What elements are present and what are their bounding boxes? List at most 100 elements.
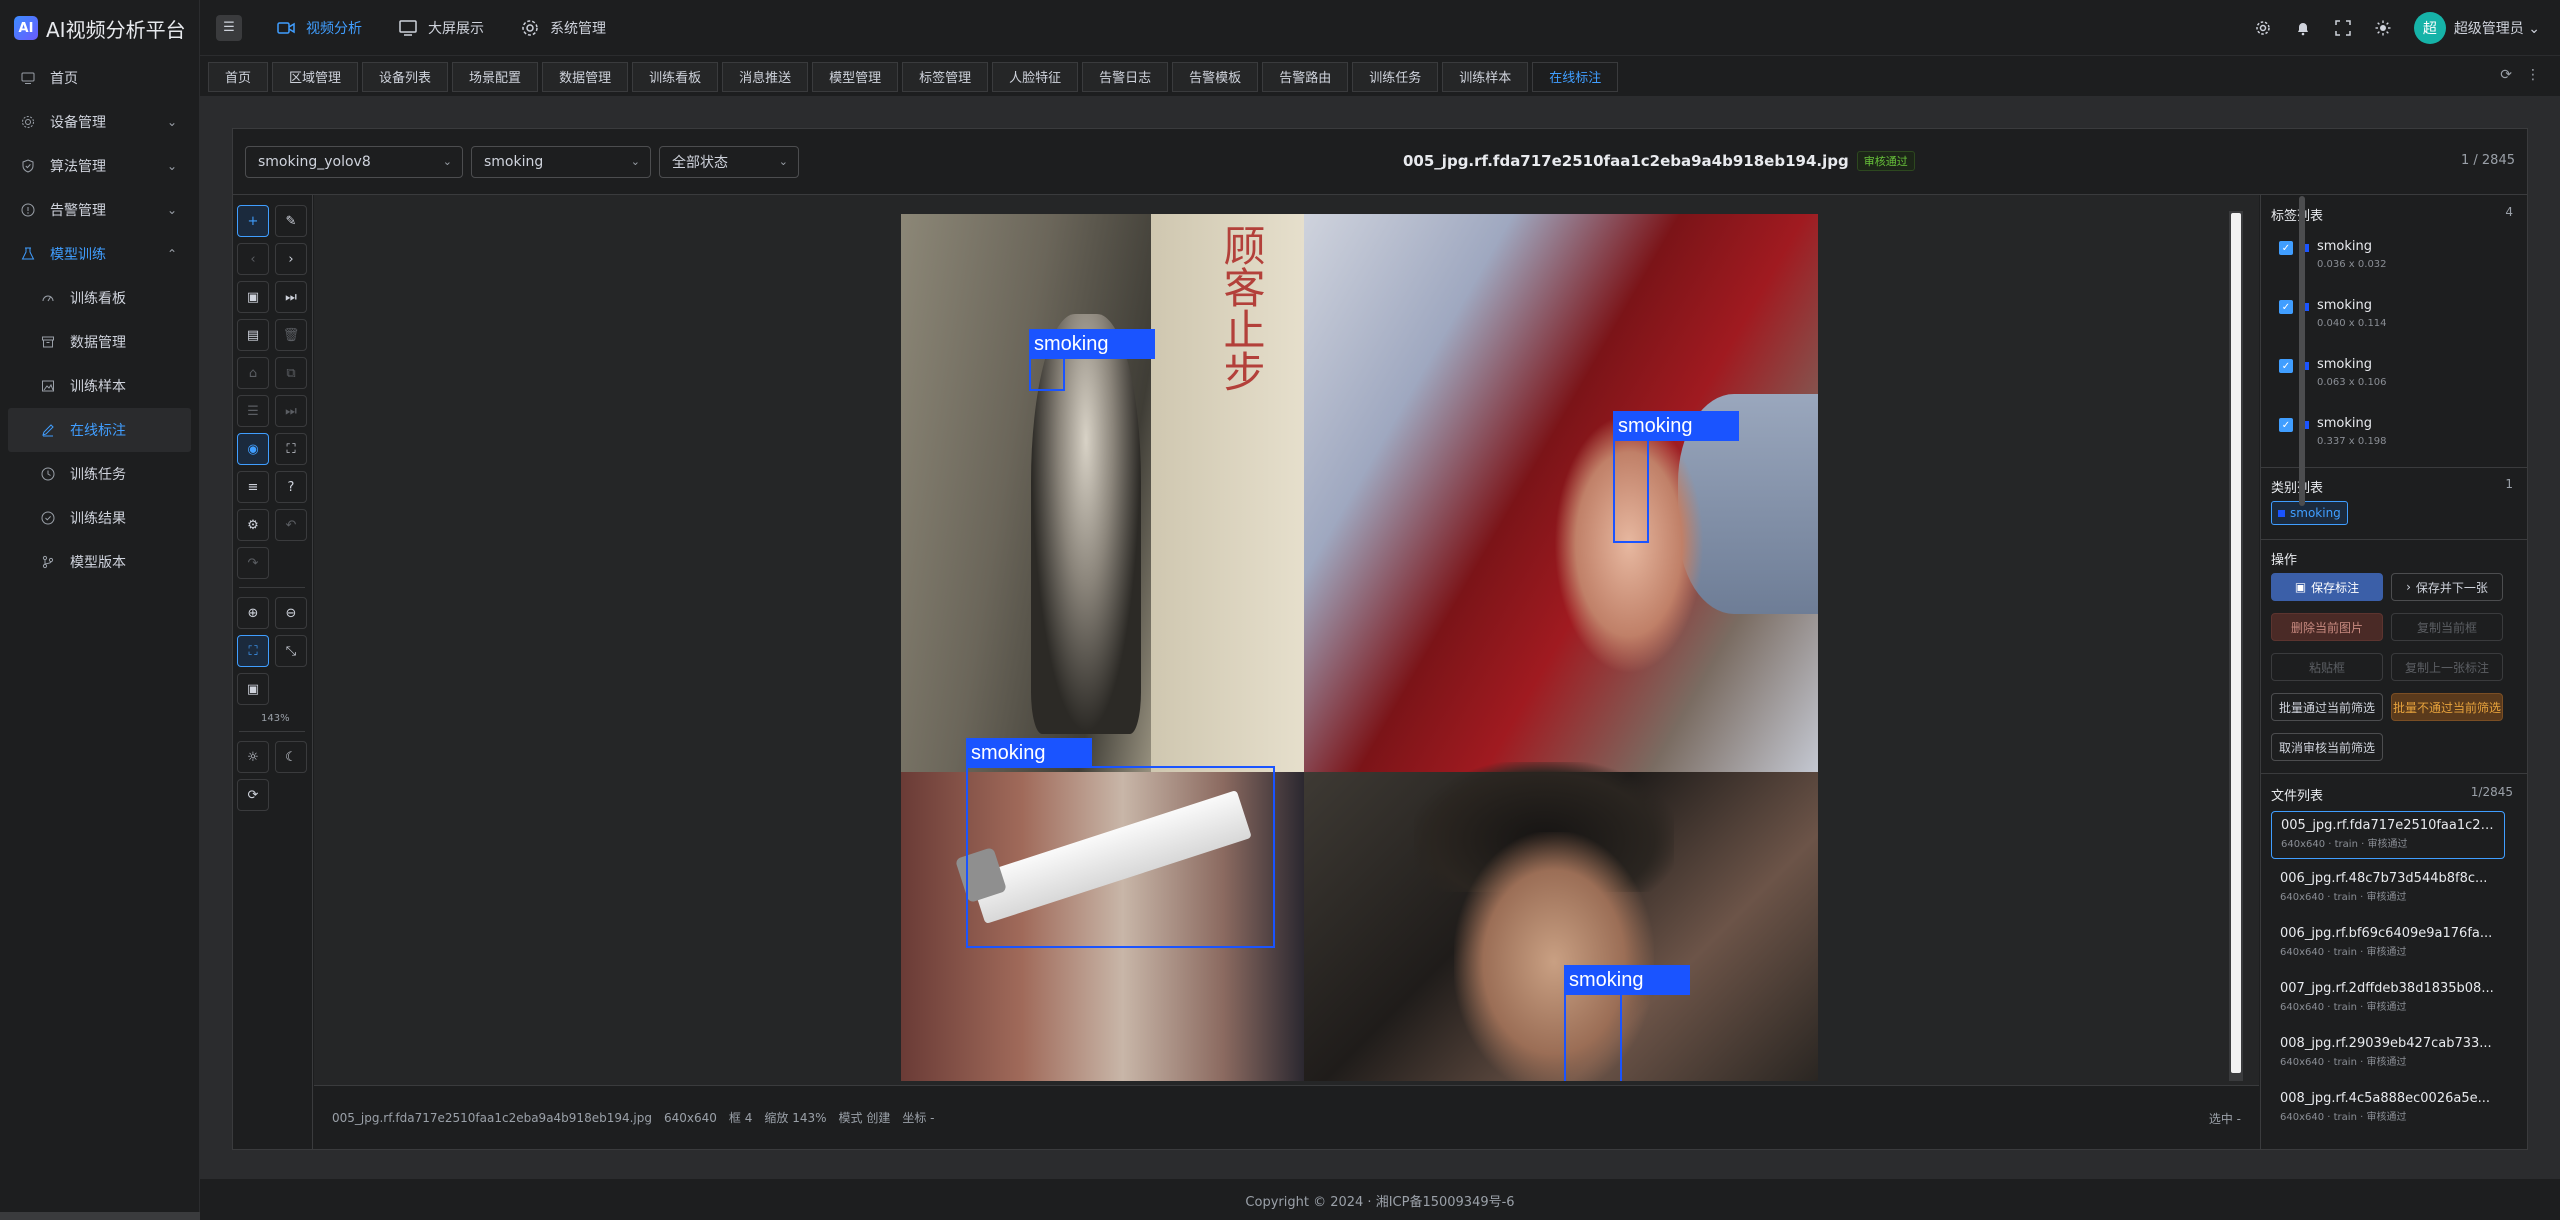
tab-message-push[interactable]: 消息推送 [722, 61, 809, 92]
skip-tool[interactable]: ⏭ [275, 395, 307, 427]
tab-face-features[interactable]: 人脸特征 [992, 61, 1079, 92]
tab-model-management[interactable]: 模型管理 [812, 61, 899, 92]
image-tool[interactable]: ▤ [237, 319, 269, 351]
topnav-system-management[interactable]: 系统管理 [510, 0, 632, 56]
tab-online-annotation[interactable]: 在线标注 [1532, 61, 1619, 92]
zoom-out-button[interactable]: ⊖ [275, 597, 307, 629]
logo[interactable]: AI AI视频分析平台 [0, 0, 199, 56]
save-tool[interactable]: ▣ [237, 281, 269, 313]
bell-icon[interactable] [2294, 19, 2312, 37]
bounding-box-3[interactable] [1564, 993, 1622, 1081]
skip-next-tool[interactable]: ⏭ [275, 281, 307, 313]
tag-tool[interactable]: ⌂ [237, 357, 269, 389]
list-tool[interactable]: ☰ [237, 395, 269, 427]
file-list-item[interactable]: 008_jpg.rf.29039eb427cab733... 640x640 ·… [2271, 1030, 2505, 1078]
actual-size-button[interactable]: ⤡ [275, 635, 307, 667]
batch-pass-button[interactable]: 批量通过当前筛选 [2271, 693, 2383, 721]
status-select[interactable]: 全部状态 ⌄ [659, 145, 799, 178]
add-box-tool[interactable]: + [237, 205, 269, 237]
settings-list-tool[interactable]: ≡ [237, 471, 269, 503]
tab-training-board[interactable]: 训练看板 [632, 61, 719, 92]
tab-home[interactable]: 首页 [208, 61, 269, 92]
fit-screen-button[interactable]: ⛶ [237, 635, 269, 667]
image-view-button[interactable]: ▣ [237, 673, 269, 705]
tab-label-management[interactable]: 标签管理 [902, 61, 989, 92]
bounding-box-4[interactable] [966, 766, 1275, 948]
cancel-review-button[interactable]: 取消审核当前筛选 [2271, 733, 2383, 761]
delete-image-button[interactable]: 删除当前图片 [2271, 613, 2383, 641]
help-tool[interactable]: ? [275, 471, 307, 503]
right-panel-scrollbar[interactable] [2299, 196, 2305, 506]
fullscreen-icon[interactable] [2334, 19, 2352, 37]
tab-training-samples[interactable]: 训练样本 [1442, 61, 1529, 92]
tab-device-list[interactable]: 设备列表 [362, 61, 449, 92]
topnav-big-screen[interactable]: 大屏展示 [388, 0, 510, 56]
label-list-item[interactable]: ✓ smoking 0.036 x 0.032 [2279, 233, 2499, 283]
sidebar-scrollbar[interactable] [0, 1212, 200, 1220]
settings-icon[interactable] [2254, 19, 2272, 37]
file-list-item[interactable]: 006_jpg.rf.48c7b73d544b8f8c... 640x640 ·… [2271, 865, 2505, 913]
copy-tool[interactable]: ⧉ [275, 357, 307, 389]
tab-alarm-template[interactable]: 告警模板 [1172, 61, 1259, 92]
reset-button[interactable]: ⟳ [237, 779, 269, 811]
category-tag[interactable]: smoking [2271, 501, 2348, 525]
label-list-item[interactable]: ✓ smoking 0.337 x 0.198 [2279, 410, 2499, 460]
sidebar-item-training-tasks[interactable]: 训练任务 [0, 452, 199, 496]
label-select[interactable]: smoking ⌄ [471, 145, 651, 178]
sidebar-item-model-training[interactable]: 模型训练 ⌃ [0, 232, 199, 276]
brightness-button[interactable]: ☼ [237, 741, 269, 773]
sidebar-item-online-annotation[interactable]: 在线标注 [8, 408, 191, 452]
undo-tool[interactable]: ↶ [275, 509, 307, 541]
save-annotation-button[interactable]: ▣ 保存标注 [2271, 573, 2383, 601]
sidebar-item-algorithms[interactable]: 算法管理 ⌄ [0, 144, 199, 188]
checkbox[interactable]: ✓ [2279, 359, 2293, 373]
refresh-icon[interactable]: ⟳ [2500, 67, 2512, 83]
delete-tool[interactable]: 🗑 [275, 319, 307, 351]
sidebar-item-training-board[interactable]: 训练看板 [0, 276, 199, 320]
menu-collapse-button[interactable]: ☰ [216, 14, 242, 41]
batch-fail-button[interactable]: 批量不通过当前筛选 [2391, 693, 2503, 721]
sidebar-item-alarms[interactable]: 告警管理 ⌄ [0, 188, 199, 232]
copy-prev-button[interactable]: 复制上一张标注 [2391, 653, 2503, 681]
tab-alarm-log[interactable]: 告警日志 [1082, 61, 1169, 92]
tab-scene-config[interactable]: 场景配置 [452, 61, 539, 92]
visibility-toggle[interactable]: ◉ [237, 433, 269, 465]
file-list-item[interactable]: 005_jpg.rf.fda717e2510faa1c2e... 640x640… [2271, 811, 2505, 859]
annotated-image[interactable]: 顾客止步 smoking smoking smoking smoking [901, 214, 1818, 1081]
tab-data-management[interactable]: 数据管理 [542, 61, 629, 92]
tab-area-management[interactable]: 区域管理 [272, 61, 359, 92]
more-icon[interactable]: ⋮ [2526, 67, 2540, 83]
config-tool[interactable]: ⚙ [237, 509, 269, 541]
label-list-item[interactable]: ✓ smoking 0.040 x 0.114 [2279, 292, 2499, 342]
model-select[interactable]: smoking_yolov8 ⌄ [245, 145, 463, 178]
canvas-scrollbar[interactable] [2229, 211, 2243, 1081]
annotation-canvas[interactable]: 顾客止步 smoking smoking smoking smoking [314, 195, 2259, 1085]
redo-tool[interactable]: ↷ [237, 547, 269, 579]
bounding-box-2[interactable] [1613, 439, 1649, 543]
topnav-video-analysis[interactable]: 视频分析 [266, 0, 388, 56]
file-list-item[interactable]: 008_jpg.rf.4c5a888ec0026a5e... 640x640 ·… [2271, 1085, 2505, 1133]
sidebar-item-data-management[interactable]: 数据管理 [0, 320, 199, 364]
checkbox[interactable]: ✓ [2279, 241, 2293, 255]
save-next-button[interactable]: › 保存并下一张 [2391, 573, 2503, 601]
bounding-box-1[interactable] [1029, 357, 1065, 391]
file-list-item[interactable]: 006_jpg.rf.bf69c6409e9a176fa... 640x640 … [2271, 920, 2505, 968]
tab-alarm-routing[interactable]: 告警路由 [1262, 61, 1349, 92]
label-list-item[interactable]: ✓ smoking 0.063 x 0.106 [2279, 351, 2499, 401]
avatar[interactable]: 超 [2413, 12, 2446, 44]
edit-tool[interactable]: ✎ [275, 205, 307, 237]
next-image-button[interactable]: › [275, 243, 307, 275]
sidebar-item-home[interactable]: 首页 [0, 56, 199, 100]
fit-tool[interactable]: ⛶ [275, 433, 307, 465]
checkbox[interactable]: ✓ [2279, 300, 2293, 314]
sidebar-item-model-versions[interactable]: 模型版本 [0, 540, 199, 584]
zoom-in-button[interactable]: ⊕ [237, 597, 269, 629]
paste-box-button[interactable]: 粘贴框 [2271, 653, 2383, 681]
copy-box-button[interactable]: 复制当前框 [2391, 613, 2503, 641]
dark-mode-button[interactable]: ☾ [275, 741, 307, 773]
user-menu[interactable]: 超级管理员 ⌄ [2454, 18, 2540, 38]
sidebar-item-devices[interactable]: 设备管理 ⌄ [0, 100, 199, 144]
tab-training-tasks[interactable]: 训练任务 [1352, 61, 1439, 92]
prev-image-button[interactable]: ‹ [237, 243, 269, 275]
sidebar-item-training-samples[interactable]: 训练样本 [0, 364, 199, 408]
